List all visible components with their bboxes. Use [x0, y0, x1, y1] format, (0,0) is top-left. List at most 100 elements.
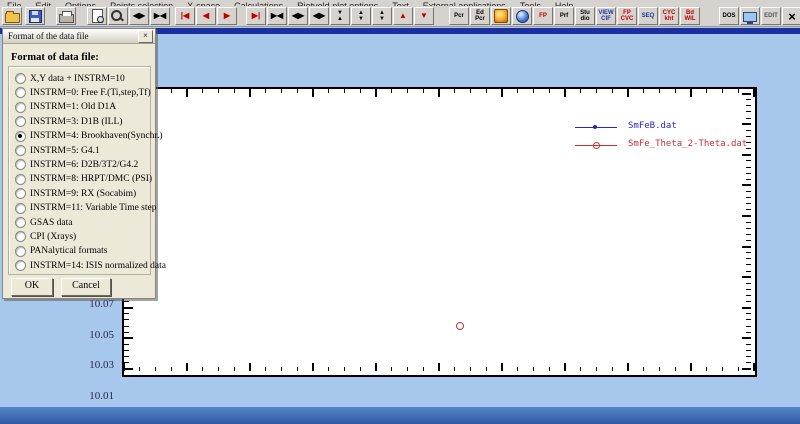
- fp-studio-icon: [494, 9, 508, 23]
- gfourier-button[interactable]: [512, 7, 532, 25]
- cyc-button[interactable]: CYC kht: [659, 7, 679, 25]
- edit-button[interactable]: EDIT: [761, 7, 781, 25]
- scroll-right-button[interactable]: ▶: [217, 7, 237, 25]
- printer-icon: [58, 10, 74, 23]
- axis-tick: [742, 276, 751, 279]
- scroll-left-end-button[interactable]: |◀: [175, 7, 195, 25]
- axis-tick: [517, 367, 519, 371]
- studio-button[interactable]: Stu dio: [575, 7, 595, 25]
- radio-unselected-icon[interactable]: [15, 231, 26, 243]
- format-option-7[interactable]: INSTRM=8: HRPT/DMC (PSI): [15, 173, 152, 186]
- radio-unselected-icon[interactable]: [15, 173, 26, 185]
- grow-x-button[interactable]: ◀▶: [288, 7, 308, 25]
- format-option-8[interactable]: INSTRM=9: RX (Socabim): [15, 187, 136, 200]
- shift-up-button[interactable]: ▲: [393, 7, 413, 25]
- legend-marker-dot: [593, 125, 597, 129]
- axis-tick: [501, 89, 503, 97]
- legend-item[interactable]: SmFeB.dat: [575, 121, 775, 135]
- axis-tick: [233, 89, 235, 93]
- axis-tick: [281, 367, 282, 371]
- format-option-10[interactable]: GSAS data: [15, 216, 73, 229]
- axis-tick: [296, 89, 298, 93]
- edpcr-button[interactable]: Ed Pcr: [470, 7, 490, 25]
- radio-unselected-icon[interactable]: [15, 245, 26, 257]
- axis-tick: [746, 301, 751, 303]
- axis-tick: [746, 356, 751, 358]
- axis-tick: [517, 89, 519, 93]
- radio-unselected-icon[interactable]: [15, 116, 26, 128]
- axis-tick: [611, 89, 613, 93]
- axis-tick: [186, 363, 188, 371]
- radio-unselected-icon[interactable]: [15, 101, 26, 113]
- expand-y-button[interactable]: ▲ ▼: [351, 7, 371, 25]
- axis-tick: [746, 270, 751, 272]
- axis-tick: [375, 89, 377, 97]
- axis-tick: [265, 367, 267, 371]
- radio-unselected-icon[interactable]: [15, 260, 26, 272]
- legend-item[interactable]: SmFe_Theta_2-Theta.dat: [575, 139, 775, 153]
- format-option-9[interactable]: INSTRM=11: Variable Time step: [15, 202, 157, 215]
- compress-y-button[interactable]: ▼ ▲: [330, 7, 350, 25]
- format-option-2[interactable]: INSTRM=1: Old D1A: [15, 101, 116, 114]
- print-button[interactable]: [56, 7, 76, 25]
- axis-tick: [124, 301, 129, 303]
- format-option-13[interactable]: INSTRM=14: ISIS normalized data: [15, 259, 166, 272]
- format-dialog: Format of the data file × Format of data…: [2, 28, 166, 299]
- radio-unselected-icon[interactable]: [15, 188, 26, 200]
- full-x-button[interactable]: ◀▶: [309, 7, 329, 25]
- prf-button[interactable]: Prf: [554, 7, 574, 25]
- zoom-button[interactable]: [108, 7, 128, 25]
- scroll-right-end-button[interactable]: ▶|: [246, 7, 266, 25]
- fp-cvc-button[interactable]: FP CVC: [617, 7, 637, 25]
- radio-selected-icon[interactable]: [15, 130, 26, 142]
- fullprof-run-button[interactable]: FP: [533, 7, 553, 25]
- axis-tick: [564, 363, 566, 371]
- axis-tick: [391, 89, 393, 93]
- radio-unselected-icon[interactable]: [15, 73, 26, 84]
- axis-tick: [186, 89, 188, 97]
- radio-unselected-icon[interactable]: [15, 87, 26, 99]
- format-option-1[interactable]: INSTRM=0: Free F.(Ti,step,Tf): [15, 86, 151, 99]
- seq-button[interactable]: SEQ: [638, 7, 658, 25]
- dialog-title-bar[interactable]: Format of the data file ×: [3, 29, 155, 44]
- save-button[interactable]: [25, 7, 45, 25]
- full-y-button[interactable]: ▲ ▼: [372, 7, 392, 25]
- print-preview-button[interactable]: [87, 7, 107, 25]
- dos-button[interactable]: DOS: [719, 7, 739, 25]
- plot-canvas[interactable]: SmFeB.dat SmFe_Theta_2-Theta.dat: [122, 87, 757, 377]
- format-option-label: INSTRM=0: Free F.(Ti,step,Tf): [30, 87, 151, 98]
- scroll-left-button[interactable]: ◀: [196, 7, 216, 25]
- fullprof-studio-button[interactable]: [491, 7, 511, 25]
- format-option-11[interactable]: CPI (Xrays): [15, 230, 76, 243]
- format-option-12[interactable]: PANalytical formats: [15, 245, 107, 258]
- cancel-button[interactable]: Cancel: [61, 278, 111, 296]
- dialog-close-icon[interactable]: ×: [138, 29, 153, 43]
- axis-tick: [328, 367, 330, 371]
- format-option-5[interactable]: INSTRM=5: G4.1: [15, 144, 100, 157]
- axis-tick: [746, 172, 751, 174]
- radio-unselected-icon[interactable]: [15, 159, 26, 171]
- shift-down-button[interactable]: ▼: [414, 7, 434, 25]
- axis-tick: [706, 367, 708, 371]
- x-expand-button[interactable]: ◀▶: [129, 7, 149, 25]
- ok-button[interactable]: OK: [11, 278, 53, 296]
- monitor-button[interactable]: [740, 7, 760, 25]
- format-option-0[interactable]: X,Y data + INSTRM=10: [15, 72, 125, 85]
- radio-unselected-icon[interactable]: [15, 202, 26, 214]
- radio-unselected-icon[interactable]: [15, 217, 26, 228]
- open-file-button[interactable]: [2, 7, 22, 25]
- axis-tick: [746, 343, 751, 345]
- x-compress-button[interactable]: ▶◀: [150, 7, 170, 25]
- pcr-button[interactable]: Pcr: [449, 7, 469, 25]
- close-plot-button[interactable]: ×: [782, 7, 800, 25]
- format-option-3[interactable]: INSTRM=3: D1B (ILL): [15, 115, 122, 128]
- radio-unselected-icon[interactable]: [15, 145, 26, 156]
- format-option-6[interactable]: INSTRM=6: D2B/3T2/G4.2: [15, 158, 138, 171]
- axis-tick: [746, 160, 751, 162]
- dialog-header-label: Format of data file:: [11, 52, 99, 63]
- view-cif-button[interactable]: VIEW CIF: [596, 7, 616, 25]
- format-option-4[interactable]: INSTRM=4: Brookhaven(Synchr.): [15, 130, 163, 143]
- bdwil-button[interactable]: Bd WIL: [680, 7, 700, 25]
- axis-tick: [722, 367, 723, 371]
- shrink-x-button[interactable]: ▶◀: [267, 7, 287, 25]
